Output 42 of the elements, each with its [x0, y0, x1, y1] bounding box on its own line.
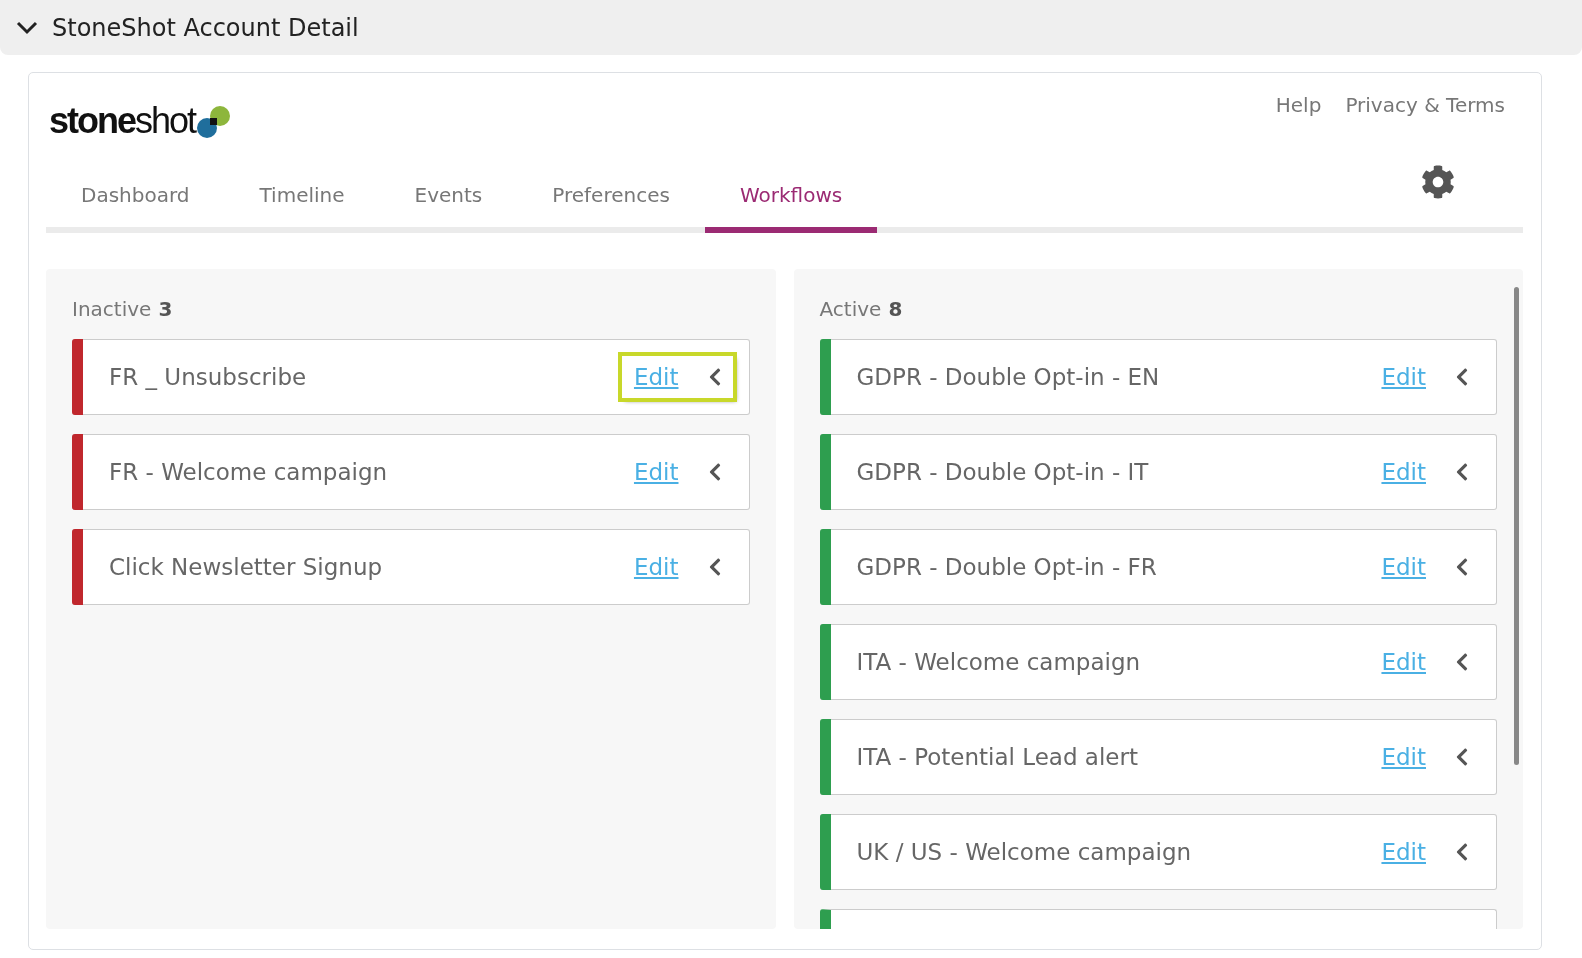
- scrollbar[interactable]: [1514, 287, 1519, 765]
- section-header[interactable]: StoneShot Account Detail: [0, 0, 1582, 55]
- panel-count: 8: [888, 297, 903, 321]
- edit-link[interactable]: Edit: [1381, 459, 1426, 485]
- edit-link[interactable]: Edit: [1381, 744, 1426, 770]
- nav-tab[interactable]: Workflows: [704, 183, 878, 233]
- logo-circles-icon: [195, 105, 232, 139]
- workflow-name: GDPR - Double Opt-in - IT: [856, 459, 1150, 485]
- workflow-name: ITA - Welcome campaign: [856, 649, 1142, 675]
- edit-link[interactable]: Edit: [633, 459, 679, 485]
- chevron-left-icon[interactable]: [1454, 652, 1470, 672]
- nav-tab[interactable]: Events: [379, 183, 518, 233]
- edit-link[interactable]: Edit: [1381, 839, 1426, 865]
- nav-tab[interactable]: Timeline: [224, 183, 380, 233]
- chevron-left-icon[interactable]: [1454, 557, 1470, 577]
- header-link[interactable]: Help: [1275, 93, 1322, 117]
- edit-link[interactable]: Edit: [1381, 649, 1426, 675]
- panel-label: Inactive: [72, 297, 152, 321]
- nav-tab[interactable]: Preferences: [517, 183, 705, 233]
- edit-link[interactable]: Edit: [1381, 364, 1426, 390]
- section-title: StoneShot Account Detail: [52, 13, 359, 42]
- chevron-left-icon[interactable]: [1454, 462, 1470, 482]
- workflow-name: UK / US - Welcome campaign: [856, 839, 1193, 865]
- settings-icon[interactable]: [1421, 165, 1455, 199]
- workflow-name: FR - Welcome campaign: [109, 459, 389, 485]
- workflow-name: ITA - Potential Lead alert: [856, 744, 1139, 770]
- workflow-name: GDPR - Double Opt-in - EN: [856, 364, 1161, 390]
- edit-link[interactable]: Edit: [1381, 554, 1426, 580]
- chevron-left-icon[interactable]: [1454, 842, 1470, 862]
- chevron-left-icon[interactable]: [1454, 367, 1470, 387]
- panel-count: 3: [158, 297, 173, 321]
- panel-label: Active: [819, 297, 882, 321]
- workflow-name: FR _ Unsubscribe: [109, 364, 308, 390]
- workflow-name: Click Newsletter Signup: [109, 554, 384, 580]
- nav-tab[interactable]: Dashboard: [46, 183, 225, 233]
- chevron-icon[interactable]: [16, 20, 38, 35]
- edit-link[interactable]: Edit: [633, 554, 679, 580]
- header-link[interactable]: Privacy & Terms: [1345, 93, 1505, 117]
- chevron-left-icon[interactable]: [1454, 747, 1470, 767]
- edit-link[interactable]: Edit: [633, 364, 679, 390]
- logo-text: stoneshot: [49, 99, 196, 139]
- workflow-name: GDPR - Double Opt-in - FR: [856, 554, 1158, 580]
